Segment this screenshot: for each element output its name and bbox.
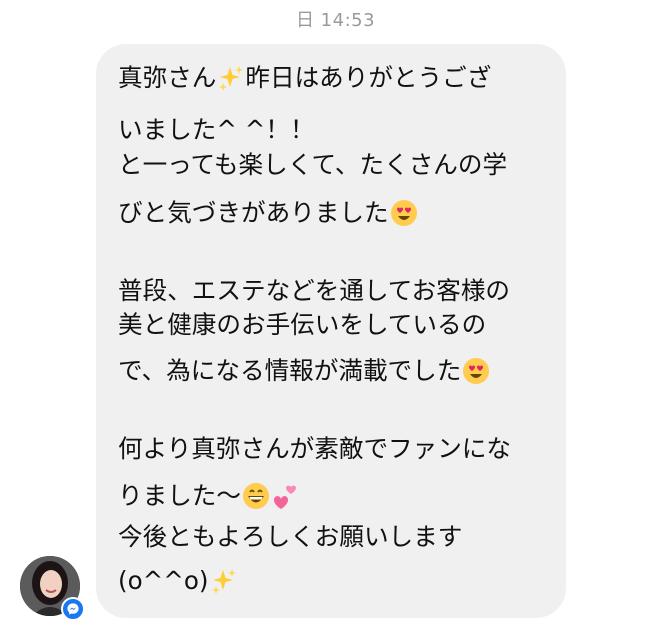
message-text: びと気づきがありました bbox=[118, 198, 389, 227]
message-line: と一っても楽しくて、たくさんの学 bbox=[118, 150, 507, 180]
message-line: 何より真弥さんが素敵でファンにな bbox=[118, 434, 511, 464]
message-line: 真弥さん 昨日はありがとうござ bbox=[118, 63, 491, 93]
message-line: いました^ ^！！ bbox=[118, 115, 315, 145]
message-line: 今後ともよろしくお願いします bbox=[118, 522, 462, 552]
message-line: びと気づきがありました bbox=[118, 198, 418, 228]
heart-eyes-emoji-icon bbox=[390, 199, 418, 227]
message-text: (o^^o) bbox=[118, 566, 209, 595]
sparkles-icon bbox=[217, 64, 245, 92]
message-line: で、為になる情報が満載でした bbox=[118, 356, 490, 386]
timestamp: 日 14:53 bbox=[295, 10, 376, 31]
message-line: りました〜 bbox=[118, 481, 299, 511]
message-text: りました〜 bbox=[118, 481, 241, 510]
message-text: 何より真弥さんが素敵でファンにな bbox=[118, 434, 512, 463]
two-hearts-icon bbox=[271, 482, 299, 510]
message-bubble[interactable]: 真弥さん 昨日はありがとうござ いました^ ^！！ と一っても楽しくて、たくさん… bbox=[96, 44, 566, 618]
message-text: いました^ ^！！ bbox=[118, 115, 315, 144]
message-text: 昨日はありがとうござ bbox=[245, 63, 492, 92]
message-line: 美と健康のお手伝いをしているの bbox=[118, 310, 486, 340]
grinning-emoji-icon bbox=[242, 482, 270, 510]
message-text: 真弥さん bbox=[118, 63, 217, 92]
messenger-icon bbox=[61, 597, 85, 621]
message-text: 今後ともよろしくお願いします bbox=[118, 522, 463, 551]
heart-eyes-emoji-icon bbox=[462, 357, 490, 385]
message-text: 美と健康のお手伝いをしているの bbox=[118, 310, 487, 339]
message-text: で、為になる情報が満載でした bbox=[118, 356, 462, 385]
message-line: 普段、エステなどを通してお客様の bbox=[118, 276, 510, 306]
message-line: (o^^o) bbox=[118, 566, 238, 596]
message-text: 普段、エステなどを通してお客様の bbox=[118, 276, 511, 305]
message-text: と一っても楽しくて、たくさんの学 bbox=[118, 150, 508, 179]
sparkles-icon bbox=[210, 567, 238, 595]
